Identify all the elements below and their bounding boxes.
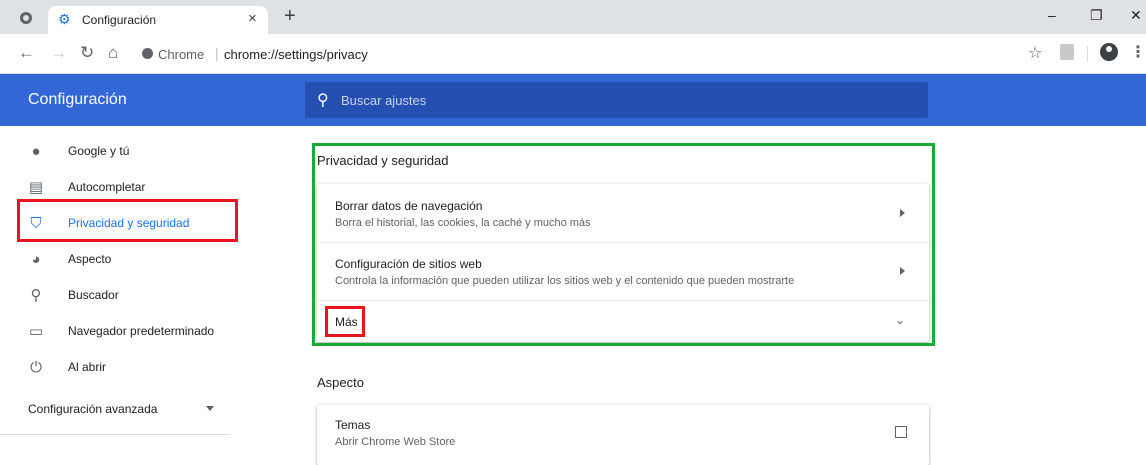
tab-settings[interactable]: ⚙ Configuración × [48, 6, 268, 34]
profile-icon[interactable] [1100, 43, 1118, 61]
back-icon[interactable]: ← [18, 43, 35, 63]
globe-icon[interactable] [20, 12, 32, 24]
menu-icon[interactable]: ⋮ [1130, 42, 1146, 62]
highlight-box-privacy [17, 199, 238, 242]
search-box[interactable]: ⚲ [305, 82, 928, 118]
close-window-button[interactable]: ✕ [1130, 7, 1142, 24]
search-icon: ⚲ [30, 287, 42, 304]
sidebar-item-google[interactable]: ● Google y tú [0, 134, 250, 170]
sidebar-item-search-engine[interactable]: ⚲ Buscador [0, 278, 250, 314]
new-tab-button[interactable]: + [284, 6, 296, 26]
row-subtitle: Abrir Chrome Web Store [335, 436, 456, 448]
appearance-card: Temas Abrir Chrome Web Store [317, 405, 929, 465]
tab-title: Configuración [82, 13, 157, 27]
sidebar: ● Google y tú ▤ Autocompletar ⛉ Privacid… [0, 126, 250, 450]
minimize-button[interactable]: – [1048, 7, 1056, 23]
clipboard-icon: ▤ [28, 179, 44, 196]
reload-icon[interactable]: ↻ [80, 43, 94, 63]
omnibox-separator: | [215, 45, 219, 61]
browser-toolbar: ← → ↻ ⌂ Chrome | chrome://settings/priva… [0, 34, 1146, 74]
tab-close-icon[interactable]: × [248, 10, 257, 27]
sidebar-item-label: Google y tú [68, 144, 130, 158]
star-icon[interactable]: ☆ [1028, 43, 1042, 63]
toolbar-divider [1087, 46, 1088, 62]
sidebar-item-label: Autocompletar [68, 180, 146, 194]
sidebar-item-label: Al abrir [68, 360, 107, 374]
url-text[interactable]: chrome://settings/privacy [224, 47, 368, 62]
row-themes[interactable]: Temas Abrir Chrome Web Store [317, 405, 929, 465]
address-bar[interactable]: Chrome | chrome://settings/privacy [136, 39, 1026, 69]
advanced-settings-toggle[interactable]: Configuración avanzada [28, 402, 157, 416]
highlight-box-privacy-section [312, 143, 935, 346]
pdf-extension-icon[interactable] [1060, 44, 1074, 60]
sidebar-item-label: Buscador [68, 288, 119, 302]
search-icon: ⚲ [317, 92, 329, 109]
forward-icon[interactable]: → [50, 43, 67, 63]
row-title: Temas [335, 418, 371, 432]
palette-icon: ◕ [31, 251, 41, 268]
sidebar-item-appearance[interactable]: ◕ Aspecto [0, 242, 250, 278]
chrome-icon [142, 48, 153, 59]
open-in-new-icon [895, 426, 907, 438]
gear-favicon-icon: ⚙ [58, 11, 71, 27]
power-icon: ⏻ [30, 359, 42, 376]
section-title-appearance: Aspecto [317, 375, 364, 390]
person-icon: ● [31, 143, 41, 160]
restore-button[interactable]: ❐ [1090, 7, 1103, 24]
sidebar-divider [0, 434, 230, 435]
sidebar-item-label: Aspecto [68, 252, 112, 266]
caret-down-icon[interactable] [206, 406, 214, 411]
settings-header: Configuración ⚲ [0, 74, 1146, 126]
home-icon[interactable]: ⌂ [108, 43, 118, 63]
sidebar-item-default-browser[interactable]: ▭ Navegador predeterminado [0, 314, 250, 350]
tab-strip: ⚙ Configuración × + – ❐ ✕ [0, 0, 1146, 34]
browser-icon: ▭ [28, 323, 44, 340]
origin-chip: Chrome [158, 47, 205, 62]
page-title: Configuración [28, 91, 127, 108]
sidebar-item-label: Navegador predeterminado [68, 324, 215, 338]
search-input[interactable] [341, 82, 901, 118]
sidebar-item-on-startup[interactable]: ⏻ Al abrir [0, 350, 250, 386]
highlight-box-more [325, 306, 365, 337]
